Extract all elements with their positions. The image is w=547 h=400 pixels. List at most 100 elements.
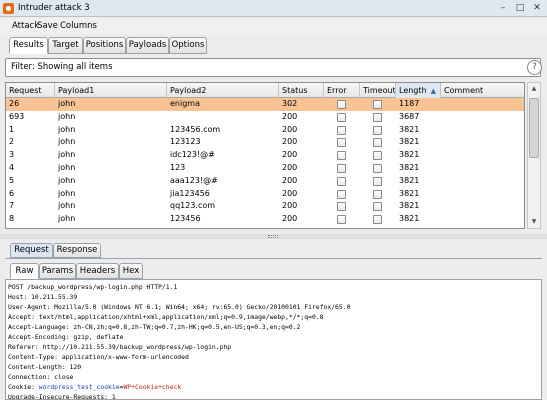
tab-hex[interactable]: Hex <box>119 263 143 279</box>
header-line: Accept-Encoding: gzip, deflate <box>8 333 124 341</box>
column-header-error[interactable]: Error <box>324 83 360 98</box>
timeout-checkbox <box>373 164 382 173</box>
column-header-request[interactable]: Request <box>6 83 55 98</box>
close-icon[interactable]: ✕ <box>531 2 543 14</box>
timeout-checkbox <box>373 138 382 148</box>
cell-request: 6 <box>9 188 15 198</box>
error-checkbox <box>337 125 346 135</box>
cell-length: 3821 <box>399 201 420 211</box>
cell-status: 200 <box>282 150 298 160</box>
header-line: Upgrade-Insecure-Requests: 1 <box>8 393 116 400</box>
column-header-payload1[interactable]: Payload1 <box>55 83 167 98</box>
cell-payload2: 123456.com <box>170 124 221 134</box>
column-header-payload2[interactable]: Payload2 <box>167 83 279 98</box>
request-line: POST /backup_wordpress/wp-login.php HTTP… <box>8 283 178 291</box>
cell-status: 200 <box>282 163 298 172</box>
tab-results[interactable]: Results <box>9 37 48 54</box>
detail-tabs-divider <box>5 258 542 259</box>
timeout-checkbox <box>373 202 382 212</box>
maximize-icon[interactable]: □ <box>514 2 526 14</box>
menu-attack[interactable]: Attack <box>12 21 39 31</box>
cell-request: 3 <box>9 150 15 160</box>
cell-length: 3821 <box>399 188 420 198</box>
table-row[interactable]: 6 john jia123456 200 3821 <box>6 188 524 201</box>
cell-length: 3821 <box>399 124 420 134</box>
cell-payload2: 123456 <box>170 214 201 224</box>
help-icon[interactable]: ? <box>527 60 542 75</box>
error-checkbox <box>337 164 346 173</box>
tab-positions[interactable]: Positions <box>83 37 126 54</box>
title-bar: Intruder attack 3 – □ ✕ <box>0 0 547 17</box>
menu-save[interactable]: Save <box>37 21 58 31</box>
header-line: Content-Type: application/x-www-form-url… <box>8 353 189 361</box>
scroll-down-icon[interactable]: ▼ <box>528 216 540 228</box>
tab-response[interactable]: Response <box>53 243 101 258</box>
table-row[interactable]: 8 john 123456 200 3821 <box>6 213 524 226</box>
timeout-checkbox <box>373 215 382 225</box>
tab-payloads[interactable]: Payloads <box>126 37 169 54</box>
cell-status: 200 <box>282 137 298 147</box>
table-row[interactable]: 7 john qq123.com 200 3821 <box>6 200 524 213</box>
column-header-comment[interactable]: Comment <box>441 83 524 98</box>
tab-params[interactable]: Params <box>39 263 76 279</box>
error-checkbox <box>337 215 346 225</box>
cell-request: 8 <box>9 214 15 224</box>
timeout-checkbox <box>373 125 382 135</box>
table-row[interactable]: 4 john 123 200 3821 <box>6 162 524 175</box>
cell-length: 1187 <box>399 99 420 108</box>
tab-raw[interactable]: Raw <box>10 263 39 279</box>
cookie-line: Cookie: wordpress_test_cookie=WP+Cookie+… <box>8 382 181 392</box>
cell-payload2: aaa123!@# <box>170 175 218 185</box>
scroll-thumb[interactable] <box>529 98 539 158</box>
cell-comment <box>441 149 524 162</box>
tab-request[interactable]: Request <box>10 243 53 258</box>
error-checkbox <box>337 100 346 109</box>
error-checkbox <box>337 151 346 161</box>
cookie-key: wordpress_test_cookie <box>38 383 120 391</box>
splitter-grip-icon[interactable] <box>268 235 278 238</box>
cookie-value: WP+Cookie+check <box>123 383 182 391</box>
column-header-status[interactable]: Status <box>279 83 324 98</box>
header-line: Host: 10.211.55.39 <box>8 293 78 301</box>
results-scrollbar[interactable]: ▲ ▼ <box>527 82 541 229</box>
tab-headers[interactable]: Headers <box>76 263 119 279</box>
cell-payload1: john <box>58 111 76 121</box>
sort-ascending-icon: ▲ <box>430 87 436 95</box>
cell-request: 26 <box>9 99 20 108</box>
table-row[interactable]: 2 john 123123 200 3821 <box>6 136 524 149</box>
raw-request-editor[interactable]: POST /backup_wordpress/wp-login.php HTTP… <box>5 279 542 400</box>
cell-length: 3821 <box>399 175 420 185</box>
pane-splitter[interactable] <box>0 234 547 239</box>
cell-comment <box>441 136 524 149</box>
cell-status: 200 <box>282 111 298 121</box>
minimize-icon[interactable]: – <box>497 2 509 14</box>
scroll-up-icon[interactable]: ▲ <box>528 83 540 95</box>
cell-payload2: idc123!@# <box>170 150 215 160</box>
table-row[interactable]: 5 john aaa123!@# 200 3821 <box>6 175 524 188</box>
cell-comment <box>441 111 524 124</box>
error-checkbox <box>337 176 346 186</box>
cell-length: 3821 <box>399 150 420 160</box>
table-row[interactable]: 26 john enigma 302 1187 <box>6 98 524 111</box>
cell-length: 3821 <box>399 214 420 224</box>
cell-payload2 <box>167 111 279 124</box>
header-line: User-Agent: Mozilla/5.0 (Windows NT 6.1;… <box>8 303 351 311</box>
column-header-timeout[interactable]: Timeout <box>360 83 396 98</box>
cell-comment <box>441 213 524 226</box>
cell-payload2: enigma <box>170 99 200 108</box>
table-row[interactable]: 693 john 200 3687 <box>6 111 524 124</box>
table-row[interactable]: 1 john 123456.com 200 3821 <box>6 124 524 137</box>
cell-length: 3821 <box>399 163 420 172</box>
cell-request: 1 <box>9 124 15 134</box>
table-row[interactable]: 3 john idc123!@# 200 3821 <box>6 149 524 162</box>
error-checkbox <box>337 189 346 199</box>
tab-options[interactable]: Options <box>169 37 207 54</box>
tab-target[interactable]: Target <box>48 37 83 54</box>
cell-payload2: 123 <box>170 163 186 172</box>
cell-payload2: 123123 <box>170 137 201 147</box>
filter-bar[interactable]: Filter: Showing all items <box>5 58 541 77</box>
column-header-length[interactable]: Length ▲ <box>396 83 441 98</box>
cell-payload1: john <box>58 214 76 224</box>
menu-columns[interactable]: Columns <box>60 21 97 31</box>
cell-request: 693 <box>9 111 25 121</box>
